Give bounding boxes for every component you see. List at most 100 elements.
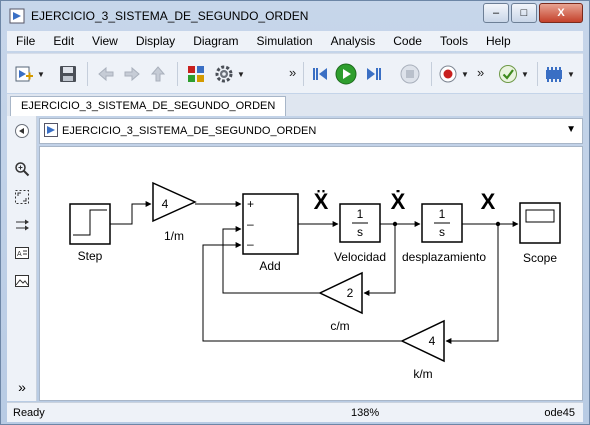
menu-edit[interactable]: Edit bbox=[44, 34, 83, 48]
record-button[interactable] bbox=[437, 63, 459, 85]
menu-view[interactable]: View bbox=[83, 34, 127, 48]
signal-step-to-gain[interactable] bbox=[110, 201, 152, 225]
signal-label-acceleration: Ẍ bbox=[314, 189, 329, 214]
zoom-icon bbox=[15, 162, 30, 177]
new-model-button[interactable] bbox=[13, 63, 35, 85]
advisor-dropdown-icon[interactable]: ▼ bbox=[521, 70, 529, 79]
left-palette: A » bbox=[7, 116, 37, 401]
add-sign-minus-2: – bbox=[247, 237, 254, 251]
toolbar-overflow-1[interactable]: » bbox=[289, 65, 296, 80]
integrator-desplazamiento-den: s bbox=[439, 225, 445, 239]
window-title: EJERCICIO_3_SISTEMA_DE_SEGUNDO_ORDEN bbox=[31, 9, 309, 23]
scope-block[interactable] bbox=[519, 202, 561, 244]
app-window: EJERCICIO_3_SISTEMA_DE_SEGUNDO_ORDEN – □… bbox=[0, 0, 590, 425]
up-arrow-icon bbox=[150, 66, 166, 82]
up-button[interactable] bbox=[147, 63, 169, 85]
back-button[interactable] bbox=[95, 63, 117, 85]
gain-k-over-m-block[interactable] bbox=[400, 319, 445, 363]
menu-tools[interactable]: Tools bbox=[431, 34, 477, 48]
solver-name[interactable]: ode45 bbox=[544, 407, 575, 419]
gear-icon bbox=[215, 65, 233, 83]
svg-text:A: A bbox=[17, 251, 22, 258]
integrator-velocidad-label: Velocidad bbox=[334, 250, 386, 264]
build-icon bbox=[546, 67, 562, 82]
image-icon bbox=[15, 275, 29, 287]
toolbar-overflow-2[interactable]: » bbox=[477, 65, 484, 80]
gain-c-over-m-value: 2 bbox=[347, 286, 354, 300]
block-diagram: Step 4 1/m + – – Add 1 s Velocidad 1 s d… bbox=[69, 181, 561, 381]
title-bar: EJERCICIO_3_SISTEMA_DE_SEGUNDO_ORDEN – □… bbox=[1, 1, 589, 31]
branch-point-position bbox=[495, 221, 501, 227]
breadcrumb-dropdown-icon[interactable]: ▼ bbox=[566, 124, 576, 135]
branch-point-velocity bbox=[392, 221, 398, 227]
expand-palette-icon[interactable]: » bbox=[13, 378, 31, 396]
simulink-model-icon bbox=[9, 8, 25, 24]
new-model-icon bbox=[15, 66, 33, 82]
tab-model[interactable]: EJERCICIO_3_SISTEMA_DE_SEGUNDO_ORDEN bbox=[10, 96, 287, 116]
close-button[interactable]: X bbox=[539, 3, 583, 23]
breadcrumb-path[interactable]: EJERCICIO_3_SISTEMA_DE_SEGUNDO_ORDEN bbox=[62, 125, 316, 137]
menu-diagram[interactable]: Diagram bbox=[184, 34, 247, 48]
library-browser-icon bbox=[188, 66, 204, 82]
step-block[interactable] bbox=[69, 203, 111, 245]
menu-help[interactable]: Help bbox=[477, 34, 520, 48]
step-forward-icon bbox=[367, 68, 381, 80]
arrows-right-icon bbox=[16, 219, 29, 231]
gain-c-over-m-label: c/m bbox=[330, 319, 349, 333]
build-dropdown-icon[interactable]: ▼ bbox=[567, 70, 575, 79]
step-forward-button[interactable] bbox=[363, 63, 385, 85]
record-icon bbox=[439, 65, 457, 83]
add-label: Add bbox=[259, 259, 280, 273]
add-sign-minus-1: – bbox=[247, 217, 254, 231]
settings-button[interactable] bbox=[213, 63, 235, 85]
save-icon bbox=[60, 66, 76, 82]
new-dropdown-icon[interactable]: ▼ bbox=[37, 70, 45, 79]
build-button[interactable] bbox=[543, 63, 565, 85]
model-icon bbox=[44, 123, 58, 137]
image-button[interactable] bbox=[13, 272, 31, 290]
menu-file[interactable]: File bbox=[7, 34, 44, 48]
step-back-icon bbox=[313, 68, 327, 80]
library-browser-button[interactable] bbox=[185, 63, 207, 85]
annotation-icon: A bbox=[15, 247, 29, 259]
settings-dropdown-icon[interactable]: ▼ bbox=[237, 70, 245, 79]
integrator-desplazamiento-num: 1 bbox=[439, 207, 446, 221]
model-advisor-button[interactable] bbox=[497, 63, 519, 85]
integrator-velocidad-num: 1 bbox=[357, 207, 364, 221]
step-back-button[interactable] bbox=[309, 63, 331, 85]
save-button[interactable] bbox=[57, 63, 79, 85]
status-bar: Ready 138% ode45 bbox=[7, 402, 583, 422]
model-canvas[interactable]: Step 4 1/m + – – Add 1 s Velocidad 1 s d… bbox=[39, 146, 583, 401]
check-icon bbox=[499, 65, 517, 83]
gain-c-over-m-block[interactable] bbox=[318, 271, 363, 315]
gain-1-over-m-block[interactable] bbox=[152, 181, 197, 223]
forward-button[interactable] bbox=[121, 63, 143, 85]
back-arrow-icon bbox=[98, 66, 114, 82]
integrator-velocidad-den: s bbox=[357, 225, 363, 239]
record-dropdown-icon[interactable]: ▼ bbox=[461, 70, 469, 79]
zoom-button[interactable] bbox=[13, 160, 31, 178]
model-tab-strip: EJERCICIO_3_SISTEMA_DE_SEGUNDO_ORDEN bbox=[7, 94, 583, 116]
menu-simulation[interactable]: Simulation bbox=[248, 34, 322, 48]
stop-icon bbox=[400, 64, 420, 84]
menu-code[interactable]: Code bbox=[384, 34, 431, 48]
minimize-button[interactable]: – bbox=[483, 3, 509, 23]
gain-k-over-m-label: k/m bbox=[413, 367, 432, 381]
toolbar-separator bbox=[303, 62, 304, 86]
fit-to-view-button[interactable] bbox=[13, 188, 31, 206]
hide-explorer-button[interactable] bbox=[13, 122, 31, 140]
toolbar-separator bbox=[431, 62, 432, 86]
signal-routing-button[interactable] bbox=[13, 216, 31, 234]
signal-label-position: X bbox=[481, 189, 496, 214]
annotation-button[interactable]: A bbox=[13, 244, 31, 262]
maximize-button[interactable]: □ bbox=[511, 3, 537, 23]
breadcrumb-bar[interactable]: EJERCICIO_3_SISTEMA_DE_SEGUNDO_ORDEN ▼ bbox=[39, 118, 583, 144]
toolbar-separator bbox=[87, 62, 88, 86]
menu-display[interactable]: Display bbox=[127, 34, 184, 48]
forward-arrow-icon bbox=[124, 66, 140, 82]
toolbar-separator bbox=[177, 62, 178, 86]
run-button[interactable] bbox=[335, 63, 357, 85]
menu-analysis[interactable]: Analysis bbox=[322, 34, 385, 48]
stop-button[interactable] bbox=[399, 63, 421, 85]
add-sign-plus: + bbox=[247, 197, 254, 211]
